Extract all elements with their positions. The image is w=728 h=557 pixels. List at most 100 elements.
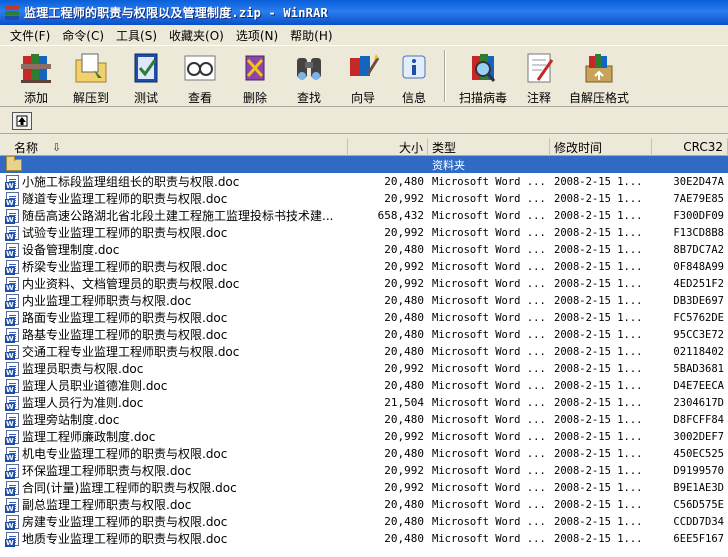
file-row[interactable]: 内业监理工程师职责与权限.doc 20,480 Microsoft Word .… xyxy=(0,292,728,309)
file-crc: 4ED251F2 xyxy=(673,277,724,290)
file-size: 20,480 xyxy=(384,243,424,256)
column-size-header[interactable]: 大小 xyxy=(348,138,428,156)
file-modified: 2008-2-15 1... xyxy=(554,515,643,528)
file-name: 监理员职责与权限.doc xyxy=(22,362,144,376)
file-type: Microsoft Word ... xyxy=(432,260,546,273)
word-doc-icon xyxy=(5,429,19,445)
word-doc-icon xyxy=(5,514,19,530)
up-folder-button[interactable] xyxy=(12,111,32,130)
file-modified: 2008-2-15 1... xyxy=(554,413,643,426)
menu-tools[interactable]: 工具(S) xyxy=(110,27,163,44)
file-name: 环保监理工程师职责与权限.doc xyxy=(22,464,192,478)
column-type-header[interactable]: 类型 xyxy=(428,138,550,156)
file-size: 20,992 xyxy=(384,362,424,375)
file-crc: D4E7EECA xyxy=(673,379,724,392)
file-modified: 2008-2-15 1... xyxy=(554,498,643,511)
delete-book-icon xyxy=(245,55,265,81)
file-name: 设备管理制度.doc xyxy=(22,243,120,257)
file-size: 20,480 xyxy=(384,311,424,324)
find-button[interactable]: 查找 xyxy=(282,46,336,106)
file-row[interactable]: 设备管理制度.doc 20,480 Microsoft Word ... 200… xyxy=(0,241,728,258)
column-date-header[interactable]: 修改时间 xyxy=(550,138,652,156)
file-row[interactable]: 监理人员职业道德准则.doc 20,480 Microsoft Word ...… xyxy=(0,377,728,394)
info-icon xyxy=(402,55,426,79)
file-row[interactable]: 试验专业监理工程师的职责与权限.doc 20,992 Microsoft Wor… xyxy=(0,224,728,241)
menu-bar: 文件(F) 命令(C) 工具(S) 收藏夹(O) 选项(N) 帮助(H) xyxy=(0,25,728,45)
menu-file[interactable]: 文件(F) xyxy=(4,27,56,44)
virus-scan-button[interactable]: 扫描病毒 xyxy=(452,46,514,106)
file-row[interactable]: 副总监理工程师职责与权限.doc 20,480 Microsoft Word .… xyxy=(0,496,728,513)
menu-options[interactable]: 选项(N) xyxy=(230,27,284,44)
file-row[interactable]: 监理工程师廉政制度.doc 20,992 Microsoft Word ... … xyxy=(0,428,728,445)
file-size: 21,504 xyxy=(384,396,424,409)
file-modified: 2008-2-15 1... xyxy=(554,379,643,392)
parent-folder-row[interactable]: .. 资料夹 xyxy=(0,156,728,173)
file-row[interactable]: 地质专业监理工程师的职责与权限.doc 20,480 Microsoft Wor… xyxy=(0,530,728,547)
file-row[interactable]: 环保监理工程师职责与权限.doc 20,992 Microsoft Word .… xyxy=(0,462,728,479)
file-type: Microsoft Word ... xyxy=(432,345,546,358)
column-crc-header[interactable]: CRC32 xyxy=(652,138,728,156)
word-doc-icon xyxy=(5,497,19,513)
file-row[interactable]: 监理员职责与权限.doc 20,992 Microsoft Word ... 2… xyxy=(0,360,728,377)
test-button[interactable]: 测试 xyxy=(120,46,172,106)
file-crc: F13CD8B8 xyxy=(673,226,724,239)
file-type: Microsoft Word ... xyxy=(432,498,546,511)
file-crc: 5BAD3681 xyxy=(673,362,724,375)
delete-button[interactable]: 删除 xyxy=(228,46,282,106)
comment-button[interactable]: 注释 xyxy=(514,46,564,106)
file-type: Microsoft Word ... xyxy=(432,294,546,307)
word-doc-icon xyxy=(5,361,19,377)
file-row[interactable]: 交通工程专业监理工程师职责与权限.doc 20,480 Microsoft Wo… xyxy=(0,343,728,360)
file-name: 机电专业监理工程师的职责与权限.doc xyxy=(22,447,228,461)
file-type: Microsoft Word ... xyxy=(432,396,546,409)
file-modified: 2008-2-15 1... xyxy=(554,328,643,341)
menu-favorites[interactable]: 收藏夹(O) xyxy=(163,27,230,44)
view-button[interactable]: 查看 xyxy=(172,46,228,106)
column-name-header[interactable]: 名称 ⇩ xyxy=(0,138,348,156)
file-type: Microsoft Word ... xyxy=(432,379,546,392)
word-doc-icon xyxy=(5,480,19,496)
menu-commands[interactable]: 命令(C) xyxy=(56,27,110,44)
add-button[interactable]: 添加 xyxy=(10,46,62,106)
word-doc-icon xyxy=(5,310,19,326)
extract-to-button[interactable]: 解压到 xyxy=(62,46,120,106)
file-size: 20,480 xyxy=(384,328,424,341)
file-size: 20,480 xyxy=(384,515,424,528)
file-type: Microsoft Word ... xyxy=(432,430,546,443)
word-doc-icon xyxy=(5,531,19,547)
file-name: 路面专业监理工程师的职责与权限.doc xyxy=(22,311,228,325)
file-size: 20,992 xyxy=(384,277,424,290)
file-row[interactable]: 内业资料、文档管理员的职责与权限.doc 20,992 Microsoft Wo… xyxy=(0,275,728,292)
file-crc: 8B7DC7A2 xyxy=(673,243,724,256)
file-type: Microsoft Word ... xyxy=(432,226,546,239)
file-row[interactable]: 桥梁专业监理工程师的职责与权限.doc 20,992 Microsoft Wor… xyxy=(0,258,728,275)
up-arrow-icon xyxy=(16,115,28,126)
file-row[interactable]: 监理旁站制度.doc 20,480 Microsoft Word ... 200… xyxy=(0,411,728,428)
winrar-app-icon[interactable] xyxy=(4,5,20,21)
file-type: Microsoft Word ... xyxy=(432,311,546,324)
menu-help[interactable]: 帮助(H) xyxy=(284,27,338,44)
info-button[interactable]: 信息 xyxy=(390,46,438,106)
file-size: 20,992 xyxy=(384,481,424,494)
file-row[interactable]: 合同(计量)监理工程师的职责与权限.doc 20,992 Microsoft W… xyxy=(0,479,728,496)
file-type: Microsoft Word ... xyxy=(432,209,546,222)
find-binoculars-icon xyxy=(297,58,321,80)
sfx-button[interactable]: 自解压格式 xyxy=(564,46,634,106)
file-row[interactable]: 随岳高速公路湖北省北段土建工程施工监理投标书技术建... 658,432 Mic… xyxy=(0,207,728,224)
file-size: 20,992 xyxy=(384,260,424,273)
file-row[interactable]: 监理人员行为准则.doc 21,504 Microsoft Word ... 2… xyxy=(0,394,728,411)
file-name: 随岳高速公路湖北省北段土建工程施工监理投标书技术建... xyxy=(22,209,334,223)
title-bar[interactable]: 监理工程师的职责与权限以及管理制度.zip - WinRAR xyxy=(0,0,728,25)
wizard-button[interactable]: 向导 xyxy=(336,46,390,106)
file-row[interactable]: 小施工标段监理组组长的职责与权限.doc 20,480 Microsoft Wo… xyxy=(0,173,728,190)
file-row[interactable]: 隧道专业监理工程师的职责与权限.doc 20,992 Microsoft Wor… xyxy=(0,190,728,207)
file-row[interactable]: 路基专业监理工程师的职责与权限.doc 20,480 Microsoft Wor… xyxy=(0,326,728,343)
file-row[interactable]: 路面专业监理工程师的职责与权限.doc 20,480 Microsoft Wor… xyxy=(0,309,728,326)
word-doc-icon xyxy=(5,344,19,360)
file-row[interactable]: 房建专业监理工程师的职责与权限.doc 20,480 Microsoft Wor… xyxy=(0,513,728,530)
file-name: 内业监理工程师职责与权限.doc xyxy=(22,294,192,308)
word-doc-icon xyxy=(5,208,19,224)
file-row[interactable]: 机电专业监理工程师的职责与权限.doc 20,480 Microsoft Wor… xyxy=(0,445,728,462)
comment-icon xyxy=(527,53,554,83)
file-type: Microsoft Word ... xyxy=(432,362,546,375)
